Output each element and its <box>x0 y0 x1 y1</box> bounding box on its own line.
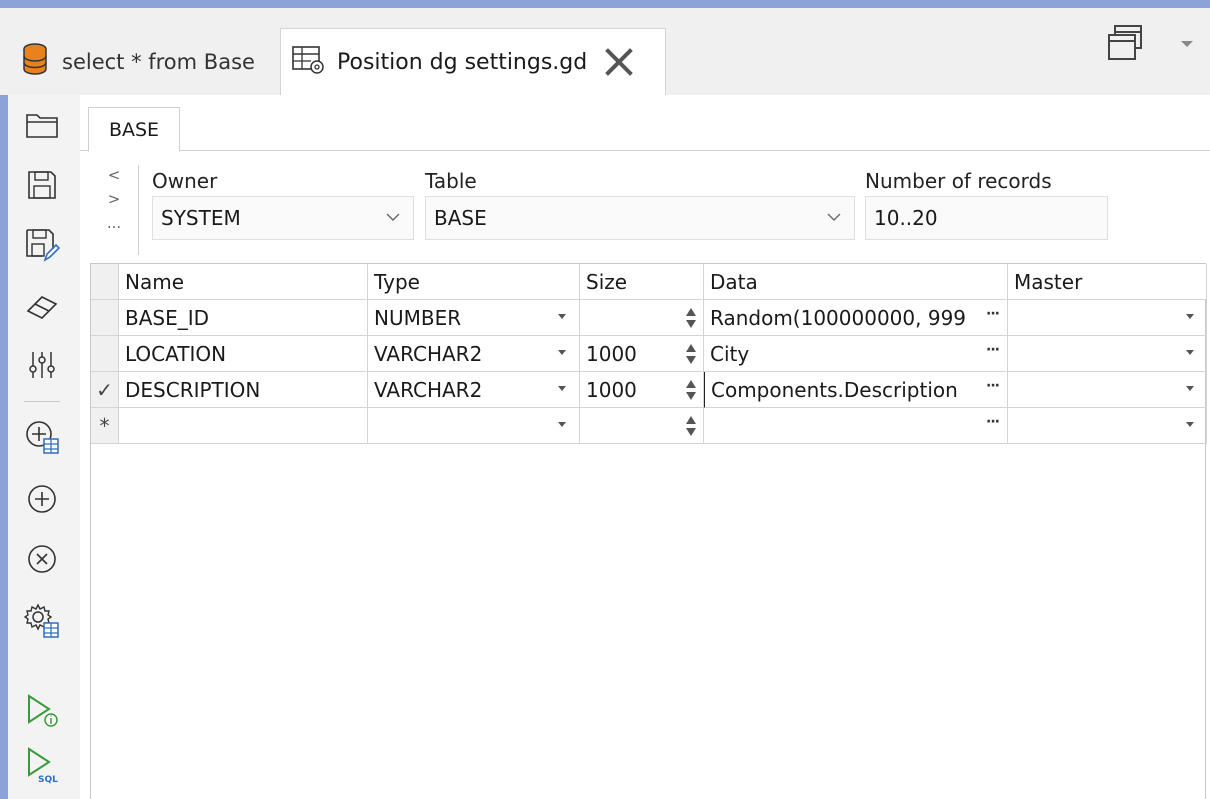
owner-combo[interactable]: SYSTEM <box>152 196 414 240</box>
left-toolbar: SQL <box>8 95 80 799</box>
cell-name[interactable] <box>119 408 368 444</box>
tab-base[interactable]: BASE <box>88 107 180 152</box>
master-dropdown-icon[interactable] <box>1185 385 1195 393</box>
open-folder-icon[interactable] <box>18 101 66 149</box>
cell-type-value: VARCHAR2 <box>374 341 483 366</box>
close-icon[interactable] <box>603 46 635 78</box>
size-spinner-icon[interactable] <box>684 305 698 331</box>
type-dropdown-icon[interactable] <box>557 385 567 393</box>
cell-master[interactable] <box>1008 300 1207 336</box>
chevron-down-icon[interactable] <box>1180 34 1194 47</box>
cell-name[interactable]: BASE_ID <box>119 300 368 336</box>
cell-master[interactable] <box>1008 408 1207 444</box>
row-marker[interactable]: * <box>91 408 119 444</box>
chevron-down-icon <box>827 213 841 221</box>
tab-position-dg-settings[interactable]: Position dg settings.gd <box>280 28 666 95</box>
column-header-master[interactable]: Master <box>1008 264 1207 300</box>
cell-data[interactable] <box>704 408 1008 444</box>
owner-value: SYSTEM <box>161 206 241 230</box>
nav-separator <box>138 165 139 255</box>
row-marker[interactable] <box>91 300 119 336</box>
add-table-icon[interactable] <box>18 413 66 461</box>
master-dropdown-icon[interactable] <box>1185 313 1195 321</box>
tab-label: Position dg settings.gd <box>337 49 588 75</box>
cell-type[interactable]: VARCHAR2 <box>368 336 580 372</box>
table-value: BASE <box>434 206 487 230</box>
records-input[interactable]: 10..20 <box>865 196 1108 240</box>
cell-data[interactable]: Random(100000000, 999 <box>704 300 1008 336</box>
data-ellipsis-button[interactable]: ··· <box>986 414 1000 430</box>
cell-master[interactable] <box>1008 372 1207 408</box>
cell-data-value: City <box>710 341 750 366</box>
cell-size-value: 1000 <box>586 377 637 402</box>
document-tab-strip: select * from Base Position dg settings.… <box>0 0 1210 95</box>
data-ellipsis-button[interactable]: ··· <box>986 378 1000 394</box>
mixer-settings-icon[interactable] <box>18 341 66 389</box>
cell-master[interactable] <box>1008 336 1207 372</box>
column-header-name[interactable]: Name <box>119 264 368 300</box>
database-icon <box>22 43 48 80</box>
table-settings-icon[interactable] <box>18 597 66 645</box>
nav-prev-button[interactable]: < <box>102 163 126 187</box>
type-dropdown-icon[interactable] <box>557 313 567 321</box>
settings-panel: BASE < > ... Owner SYSTEM Table BASE Num… <box>80 95 1210 799</box>
nav-more-button[interactable]: ... <box>102 211 126 235</box>
toolbar-separator <box>24 401 60 402</box>
table-combo[interactable]: BASE <box>425 196 855 240</box>
column-header-type[interactable]: Type <box>368 264 580 300</box>
cell-type-value: VARCHAR2 <box>374 377 483 402</box>
record-navigator: < > ... <box>102 163 126 235</box>
cell-data-value: Random(100000000, 999 <box>710 305 967 330</box>
cell-type-value: NUMBER <box>374 305 462 330</box>
columns-grid: Name Type Size Data Master BASE_ID NUMBE… <box>90 263 1207 799</box>
remove-icon[interactable] <box>18 535 66 583</box>
cell-type[interactable]: NUMBER <box>368 300 580 336</box>
data-ellipsis-button[interactable]: ··· <box>986 306 1000 322</box>
grid-corner <box>91 264 119 300</box>
size-spinner-icon[interactable] <box>684 341 698 367</box>
inner-tab-strip: BASE <box>80 95 1210 152</box>
eraser-icon[interactable] <box>18 283 66 331</box>
cell-data[interactable]: Components.Description <box>704 372 1008 408</box>
svg-text:SQL: SQL <box>38 775 58 784</box>
window-list-icon[interactable] <box>1106 24 1148 62</box>
type-dropdown-icon[interactable] <box>557 421 567 429</box>
cell-type[interactable] <box>368 408 580 444</box>
run-sql-icon[interactable]: SQL <box>18 741 66 789</box>
run-info-icon[interactable] <box>18 687 66 735</box>
table-settings-icon <box>291 45 327 80</box>
master-dropdown-icon[interactable] <box>1185 421 1195 429</box>
save-as-icon[interactable] <box>18 221 66 269</box>
records-label: Number of records <box>865 169 1052 193</box>
tab-select-from-base[interactable]: select * from Base <box>14 28 276 95</box>
add-icon[interactable] <box>18 475 66 523</box>
type-dropdown-icon[interactable] <box>557 349 567 357</box>
cell-type[interactable]: VARCHAR2 <box>368 372 580 408</box>
chevron-down-icon <box>386 213 400 221</box>
owner-label: Owner <box>152 169 218 193</box>
nav-next-button[interactable]: > <box>102 187 126 211</box>
cell-size-value: 1000 <box>586 341 637 366</box>
column-header-data[interactable]: Data <box>704 264 1008 300</box>
master-dropdown-icon[interactable] <box>1185 349 1195 357</box>
cell-data-value: Components.Description <box>711 377 958 402</box>
cell-name[interactable]: DESCRIPTION <box>119 372 368 408</box>
row-marker[interactable]: ✓ <box>91 372 119 408</box>
cell-name[interactable]: LOCATION <box>119 336 368 372</box>
records-value: 10..20 <box>874 206 938 230</box>
column-header-size[interactable]: Size <box>580 264 704 300</box>
size-spinner-icon[interactable] <box>684 413 698 439</box>
row-marker[interactable] <box>91 336 119 372</box>
table-label: Table <box>425 169 477 193</box>
size-spinner-icon[interactable] <box>684 377 698 403</box>
tab-label: select * from Base <box>62 49 255 74</box>
cell-data[interactable]: City <box>704 336 1008 372</box>
save-icon[interactable] <box>18 161 66 209</box>
data-ellipsis-button[interactable]: ··· <box>986 342 1000 358</box>
